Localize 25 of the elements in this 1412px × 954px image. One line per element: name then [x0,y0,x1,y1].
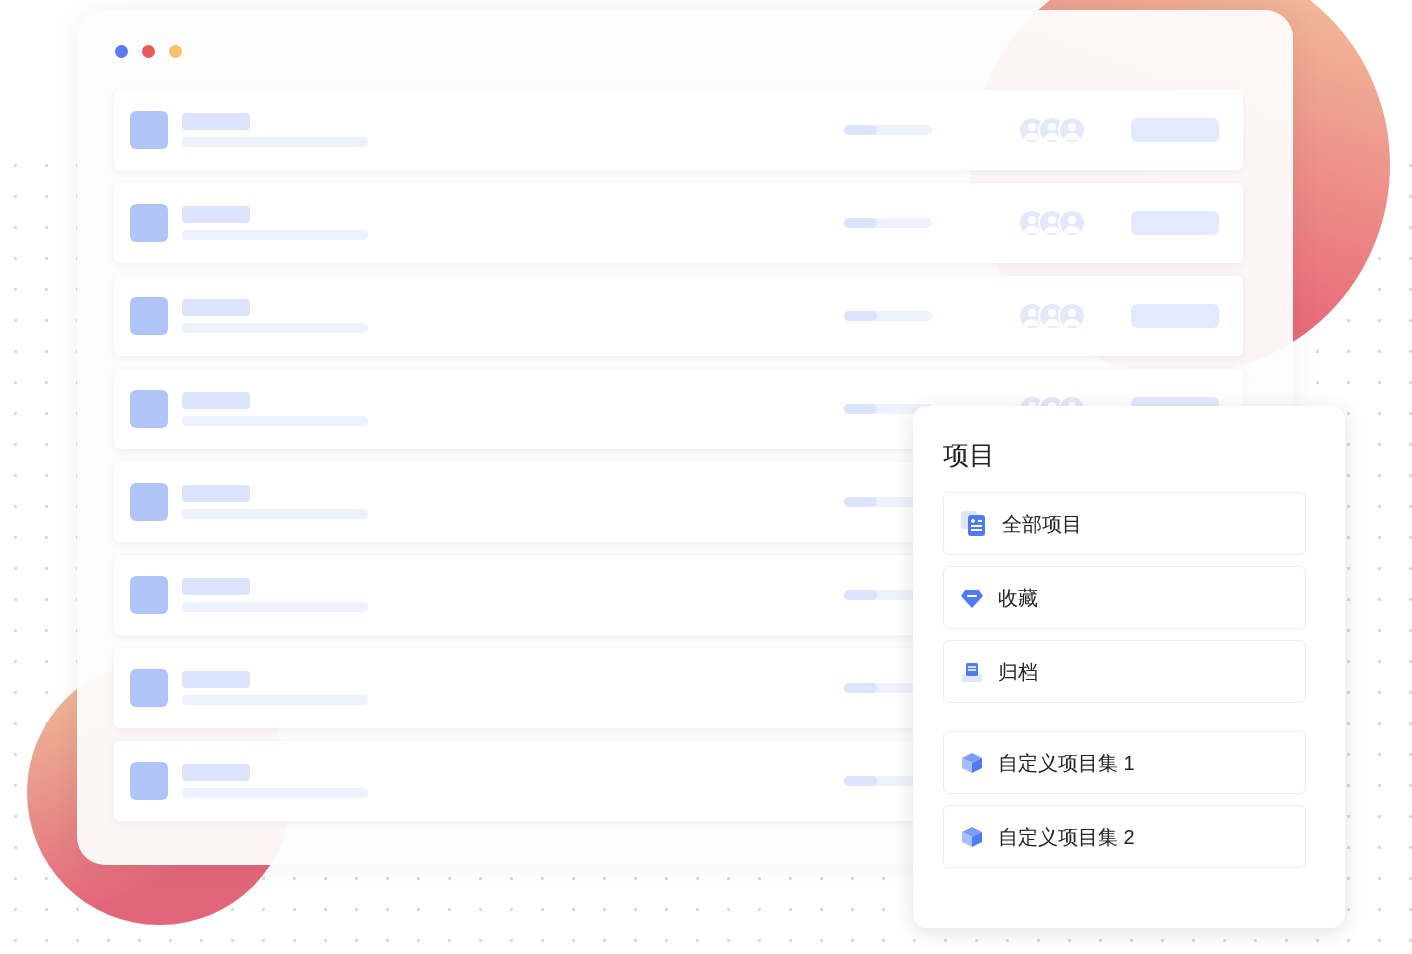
thumbnail-placeholder [130,576,168,614]
title-placeholder [182,299,250,316]
menu-item[interactable]: 自定义项目集 2 [943,805,1306,868]
title-placeholder [182,578,250,595]
menu-item[interactable]: 收藏 [943,566,1306,629]
title-placeholder [182,671,250,688]
thumbnail-placeholder [130,297,168,335]
document-list-icon [960,509,988,538]
thumbnail-placeholder [130,762,168,800]
panel-title: 项目 [943,439,996,472]
title-placeholder [182,392,250,409]
thumbnail-placeholder [130,390,168,428]
thumbnail-placeholder [130,204,168,242]
thumbnail-placeholder [130,111,168,149]
menu-item[interactable]: 自定义项目集 1 [943,731,1306,794]
cube-icon [960,750,984,775]
thumbnail-placeholder [130,483,168,521]
title-placeholder [182,485,250,502]
title-placeholder [182,764,250,781]
menu-item[interactable]: 归档 [943,640,1306,703]
menu-item[interactable]: 全部项目 [943,492,1306,555]
cube-icon [960,824,984,849]
title-placeholder [182,206,250,223]
thumbnail-placeholder [130,669,168,707]
title-placeholder [182,113,250,130]
